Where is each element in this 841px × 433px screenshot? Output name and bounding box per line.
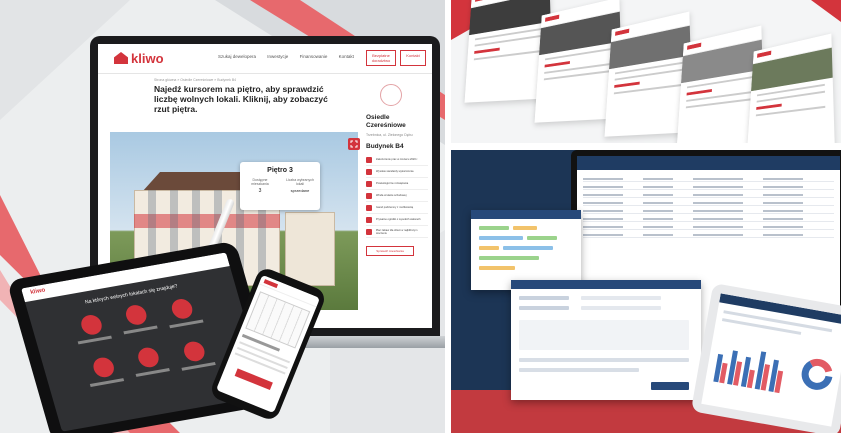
floor-title: Piętro 3 <box>267 167 293 174</box>
feature-item: Wysokie standardy wykończenia <box>366 166 428 178</box>
tablet-logo[interactable]: kliwo <box>30 287 46 295</box>
feature-circle-icon[interactable] <box>91 355 117 379</box>
feature-item: Garaż podziemny z możliwością <box>366 202 428 214</box>
breadcrumb: Strona główna » Osiedle Czereśniowe » Bu… <box>154 78 237 82</box>
estate-logo <box>380 84 402 106</box>
available-value: 3 <box>258 188 262 194</box>
feature-circle-icon[interactable] <box>78 313 105 337</box>
page-preview-card <box>746 33 836 143</box>
building-sidebar: Osiedle Czereśniowe Trzebnica, ul. Zielo… <box>366 114 428 256</box>
phone-cta-button[interactable] <box>234 368 273 391</box>
site-nav-menu: Szukaj dewelopera Inwestycje Finansowani… <box>218 54 364 59</box>
feature-item: Prywatne ogródki o wysokich walorach <box>366 214 428 226</box>
feature-icon <box>366 156 372 163</box>
nav-item[interactable]: Finansowanie <box>300 54 328 59</box>
dashboard-app-mockup <box>451 150 841 433</box>
website-pages-mockup <box>451 0 841 143</box>
bar-chart-graphic <box>713 350 784 394</box>
feature-label <box>77 335 112 345</box>
schedule-window <box>471 210 581 290</box>
submit-button[interactable] <box>651 382 689 390</box>
feature-label <box>135 368 170 377</box>
estate-name: Osiedle Czereśniowe <box>366 114 406 129</box>
app-toolbar <box>577 156 840 170</box>
sold-value: sprzedane <box>290 188 310 193</box>
building-name: Budynek B4 <box>366 143 404 150</box>
estate-address: Trzebnica, ul. Zielonego Dębu <box>366 133 413 137</box>
nav-item[interactable]: Szukaj dewelopera <box>218 54 256 59</box>
feature-circle-icon[interactable] <box>135 346 162 369</box>
feature-item: Proekologiczne rozwiązania <box>366 178 428 190</box>
sold-label: Liczba wybranych lokali <box>286 178 314 186</box>
feature-label <box>123 325 158 335</box>
feature-circle-icon[interactable] <box>169 297 195 321</box>
page-headline: Najedź kursorem na piętro, aby sprawdzić… <box>154 84 328 114</box>
feature-item: Winda w klatce schodowej <box>366 190 428 202</box>
feature-icon <box>366 180 372 187</box>
consultation-button[interactable]: Bezpłatne doradztwo <box>366 50 396 66</box>
available-label: Dostępne mieszkania <box>251 178 269 186</box>
feature-icon <box>366 192 372 199</box>
feature-icon <box>366 168 372 175</box>
data-form-window <box>511 280 701 400</box>
tablet-dashboard <box>690 282 841 433</box>
floor-info-card: Piętro 3 Dostępne mieszkania 3 Liczba wyb… <box>240 162 320 210</box>
feature-label <box>169 319 204 329</box>
donut-chart-graphic <box>801 358 833 390</box>
feature-item: Plac zabaw dla dzieci w najbliższym otoc… <box>366 226 428 238</box>
feature-icon <box>366 216 372 223</box>
feature-circle-icon[interactable] <box>181 340 207 363</box>
contact-button[interactable]: Kontakt <box>400 50 426 66</box>
site-navbar: kliwo Szukaj dewelopera Inwestycje Finan… <box>98 44 432 74</box>
feature-icon <box>366 228 372 235</box>
expand-icon[interactable] <box>348 138 360 150</box>
dashboard-screen <box>701 293 841 427</box>
feature-item: Zakończenie prac w czerwcu 2020 r. <box>366 154 428 166</box>
feature-icon <box>366 204 372 211</box>
feature-circle-icon[interactable] <box>123 303 149 327</box>
check-apartments-button[interactable]: Sprawdź mieszkania <box>366 246 414 256</box>
feature-label <box>181 361 216 371</box>
kliwo-responsive-mockup: kliwo Szukaj dewelopera Inwestycje Finan… <box>0 0 445 433</box>
nav-item[interactable]: Kontakt <box>339 54 354 59</box>
feature-label <box>89 378 125 387</box>
brand-logo[interactable]: kliwo <box>114 51 164 66</box>
nav-item[interactable]: Inwestycje <box>267 54 288 59</box>
